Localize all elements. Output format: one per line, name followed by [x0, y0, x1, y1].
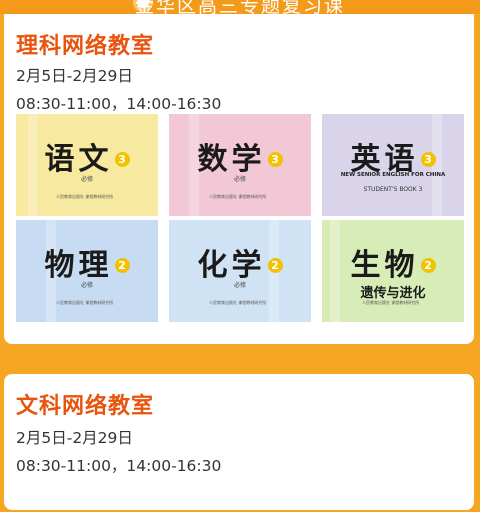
book-subtitle: 遗传与进化 [360, 286, 426, 301]
grade-badge: 2 [114, 258, 130, 273]
book-subject: 语文 3 [16, 134, 158, 178]
section-date: 2月5日-2月29日 [16, 67, 133, 85]
book-tag: 必修 [233, 176, 246, 183]
textbook-biology[interactable]: 生物 2 遗传与进化 人民教育出版社 课程教材研究所 [322, 220, 464, 322]
page-title: 金华区高三专题复习课 [134, 0, 345, 14]
book-english-subtitle: STUDENT'S BOOK 3 [363, 186, 423, 193]
book-subject: 化学 2 [169, 240, 311, 284]
book-english-title: NEW SENIOR ENGLISH FOR CHINA [340, 172, 446, 178]
book-publisher: 人民教育出版社 课程教材研究所 [56, 194, 114, 199]
section-title: 文科网络教室 [16, 394, 155, 419]
book-tag: 必修 [233, 282, 246, 289]
book-subject: 生物 2 [322, 240, 464, 284]
book-publisher: 人民教育出版社 课程教材研究所 [209, 300, 267, 305]
grade-badge: 3 [267, 152, 283, 167]
grade-badge: 3 [420, 152, 436, 167]
book-publisher: 人民教育出版社 课程教材研究所 [209, 194, 267, 199]
grade-badge: 2 [420, 258, 436, 273]
book-tag: 必修 [80, 282, 93, 289]
book-publisher: 人民教育出版社 课程教材研究所 [56, 300, 114, 305]
section-title: 理科网络教室 [16, 34, 155, 59]
section-card-liberal-arts: 文科网络教室 2月5日-2月29日 08:30-11:00，14:00-16:3… [2, 372, 476, 512]
textbook-physics[interactable]: 物理 2 必修 人民教育出版社 课程教材研究所 [16, 220, 158, 322]
book-subject: 物理 2 [16, 240, 158, 284]
grade-badge: 3 [114, 152, 130, 167]
section-time: 08:30-11:00，14:00-16:30 [16, 457, 222, 475]
book-subject: 数学 3 [169, 134, 311, 178]
grade-badge: 2 [267, 258, 283, 273]
section-date: 2月5日-2月29日 [16, 429, 133, 447]
book-tag: 必修 [80, 176, 93, 183]
textbook-english[interactable]: 英语 3 NEW SENIOR ENGLISH FOR CHINA STUDENT… [322, 114, 464, 216]
textbook-chemistry[interactable]: 化学 2 必修 人民教育出版社 课程教材研究所 [169, 220, 311, 322]
textbook-math[interactable]: 数学 3 必修 人民教育出版社 课程教材研究所 [169, 114, 311, 216]
section-card-science: 理科网络教室 2月5日-2月29日 08:30-11:00，14:00-16:3… [2, 14, 476, 346]
top-bar: 金华区高三专题复习课 [0, 0, 480, 14]
textbook-chinese[interactable]: 语文 3 必修 人民教育出版社 课程教材研究所 [16, 114, 158, 216]
textbook-grid: 语文 3 必修 人民教育出版社 课程教材研究所 数学 3 必修 人民教育出版社 课程… [16, 114, 464, 322]
book-publisher: 人民教育出版社 课程教材研究所 [362, 300, 420, 305]
section-time: 08:30-11:00，14:00-16:30 [16, 95, 222, 113]
